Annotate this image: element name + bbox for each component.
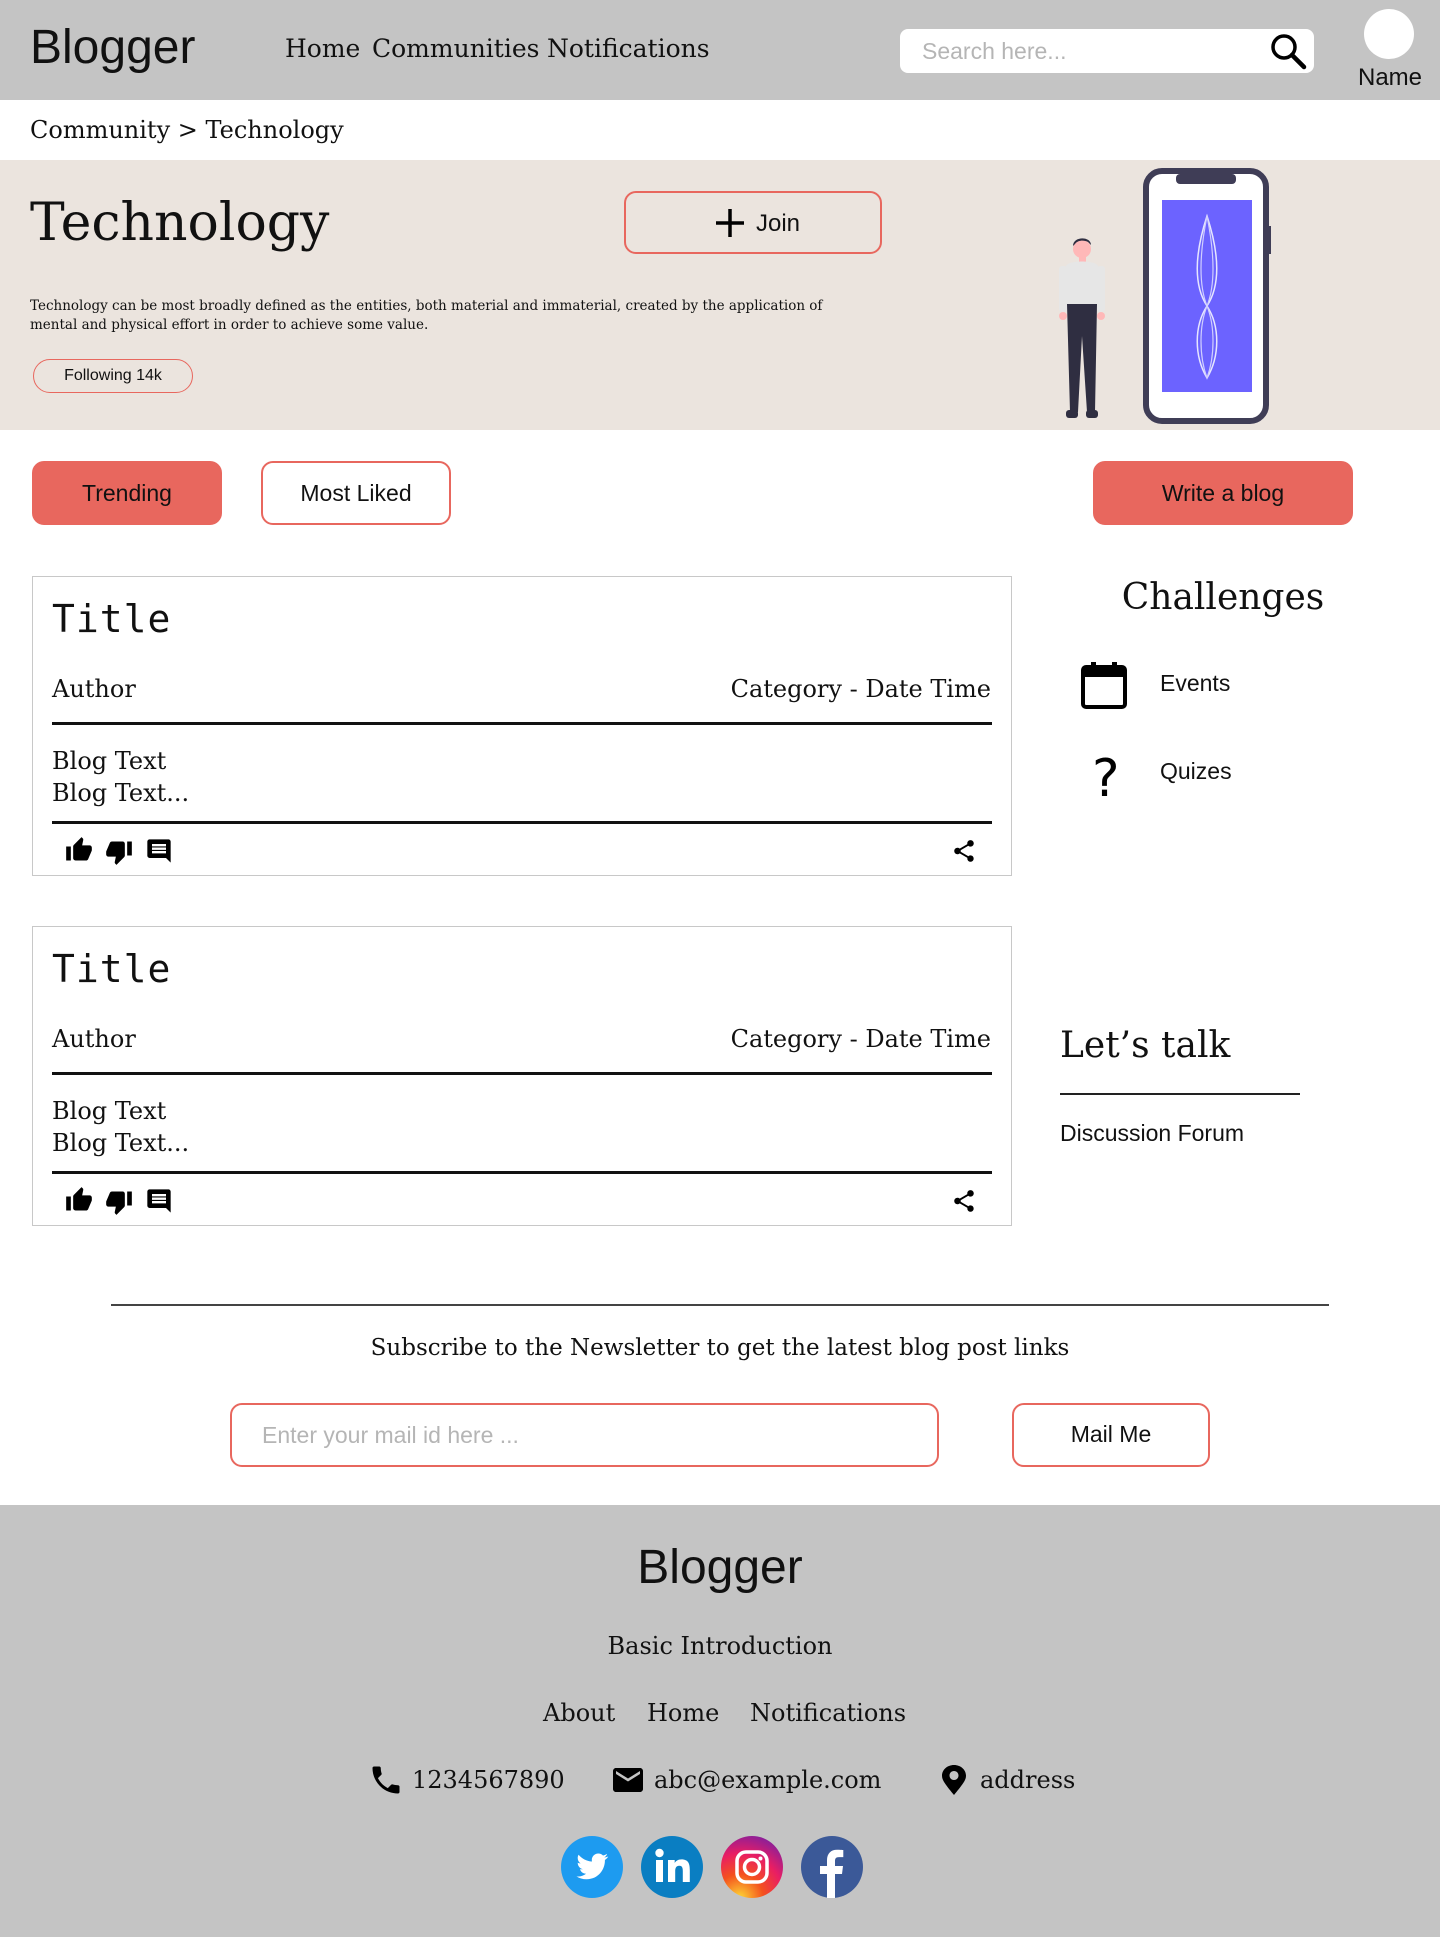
footer-link-home[interactable]: Home bbox=[647, 1699, 719, 1727]
mail-me-button[interactable]: Mail Me bbox=[1012, 1403, 1210, 1467]
blog-meta: Category - Date Time bbox=[730, 675, 991, 703]
footer-intro: Basic Introduction bbox=[607, 1632, 833, 1660]
question-icon: ? bbox=[1092, 749, 1120, 800]
community-title: Technology bbox=[30, 193, 330, 253]
community-description: Technology can be most broadly defined a… bbox=[30, 298, 823, 333]
share-icon[interactable] bbox=[951, 1188, 977, 1214]
footer-link-notifications[interactable]: Notifications bbox=[750, 1699, 906, 1727]
challenge-item-quizes[interactable]: ? Quizes bbox=[1078, 744, 1378, 800]
blog-author[interactable]: Author bbox=[52, 1025, 136, 1053]
lets-talk-heading: Let’s talk bbox=[1060, 1025, 1231, 1066]
contact-email[interactable]: abc@example.com bbox=[610, 1760, 881, 1800]
search-icon[interactable] bbox=[1268, 31, 1308, 71]
breadcrumb[interactable]: Community > Technology bbox=[30, 116, 344, 144]
challenge-item-events[interactable]: Events bbox=[1078, 656, 1378, 712]
site-logo[interactable]: Blogger bbox=[30, 20, 195, 75]
instagram-icon[interactable] bbox=[721, 1836, 783, 1898]
facebook-icon[interactable] bbox=[801, 1836, 863, 1898]
thumbs-down-icon[interactable] bbox=[105, 838, 133, 866]
mail-icon bbox=[613, 1768, 643, 1792]
location-pin-icon bbox=[942, 1765, 966, 1795]
contact-phone[interactable]: 1234567890 bbox=[368, 1760, 568, 1800]
nav-notifications[interactable]: Notifications bbox=[547, 34, 710, 63]
footer-logo[interactable]: Blogger bbox=[0, 1540, 1440, 1595]
write-blog-button[interactable]: Write a blog bbox=[1093, 461, 1353, 525]
join-button[interactable]: Join bbox=[624, 191, 882, 254]
tab-most-liked[interactable]: Most Liked bbox=[261, 461, 451, 525]
blog-meta: Category - Date Time bbox=[730, 1025, 991, 1053]
thumbs-up-icon[interactable] bbox=[65, 1186, 93, 1214]
challenge-label: Quizes bbox=[1160, 758, 1232, 784]
divider bbox=[52, 1171, 992, 1174]
nav-home[interactable]: Home bbox=[285, 34, 360, 63]
newsletter-text: Subscribe to the Newsletter to get the l… bbox=[370, 1335, 1070, 1361]
blog-card[interactable]: Title Author Category - Date Time Blog T… bbox=[32, 576, 1012, 876]
divider bbox=[52, 821, 992, 824]
avatar[interactable] bbox=[1364, 9, 1414, 59]
blog-title[interactable]: Title bbox=[52, 597, 171, 641]
thumbs-down-icon[interactable] bbox=[105, 1188, 133, 1216]
search-box bbox=[900, 29, 1314, 73]
divider bbox=[52, 1072, 992, 1075]
person-with-phone-illustration bbox=[1059, 168, 1271, 424]
divider bbox=[1060, 1093, 1300, 1095]
blog-text: Blog Text bbox=[52, 1097, 167, 1125]
tab-trending[interactable]: Trending bbox=[32, 461, 222, 525]
challenge-label: Events bbox=[1160, 670, 1231, 696]
blog-title[interactable]: Title bbox=[52, 947, 171, 991]
contact-address[interactable]: address bbox=[936, 1760, 1086, 1800]
plus-icon bbox=[716, 209, 744, 237]
comment-icon[interactable] bbox=[145, 1187, 173, 1215]
divider bbox=[111, 1304, 1329, 1306]
blog-author[interactable]: Author bbox=[52, 675, 136, 703]
svg-text:?: ? bbox=[1092, 749, 1120, 800]
comment-icon[interactable] bbox=[145, 837, 173, 865]
user-name[interactable]: Name bbox=[1356, 64, 1424, 92]
divider bbox=[52, 722, 992, 725]
contact-address-text: address bbox=[980, 1766, 1076, 1794]
phone-icon bbox=[372, 1766, 400, 1794]
join-label: Join bbox=[756, 210, 801, 237]
email-input[interactable] bbox=[230, 1403, 939, 1467]
share-icon[interactable] bbox=[951, 838, 977, 864]
following-badge[interactable]: Following 14k bbox=[33, 359, 193, 393]
blog-text: Blog Text... bbox=[52, 779, 190, 807]
blog-card[interactable]: Title Author Category - Date Time Blog T… bbox=[32, 926, 1012, 1226]
nav-communities[interactable]: Communities bbox=[372, 34, 539, 63]
search-input[interactable] bbox=[922, 35, 1252, 67]
blog-text: Blog Text... bbox=[52, 1129, 190, 1157]
twitter-icon[interactable] bbox=[561, 1836, 623, 1898]
linkedin-icon[interactable] bbox=[641, 1836, 703, 1898]
contact-email-text: abc@example.com bbox=[654, 1766, 882, 1794]
discussion-forum-link[interactable]: Discussion Forum bbox=[1060, 1120, 1244, 1147]
footer-link-about[interactable]: About bbox=[543, 1699, 615, 1727]
blog-text: Blog Text bbox=[52, 747, 167, 775]
thumbs-up-icon[interactable] bbox=[65, 836, 93, 864]
contact-phone-text: 1234567890 bbox=[412, 1766, 565, 1794]
challenges-heading: Challenges bbox=[1121, 577, 1325, 618]
calendar-icon bbox=[1081, 662, 1127, 709]
